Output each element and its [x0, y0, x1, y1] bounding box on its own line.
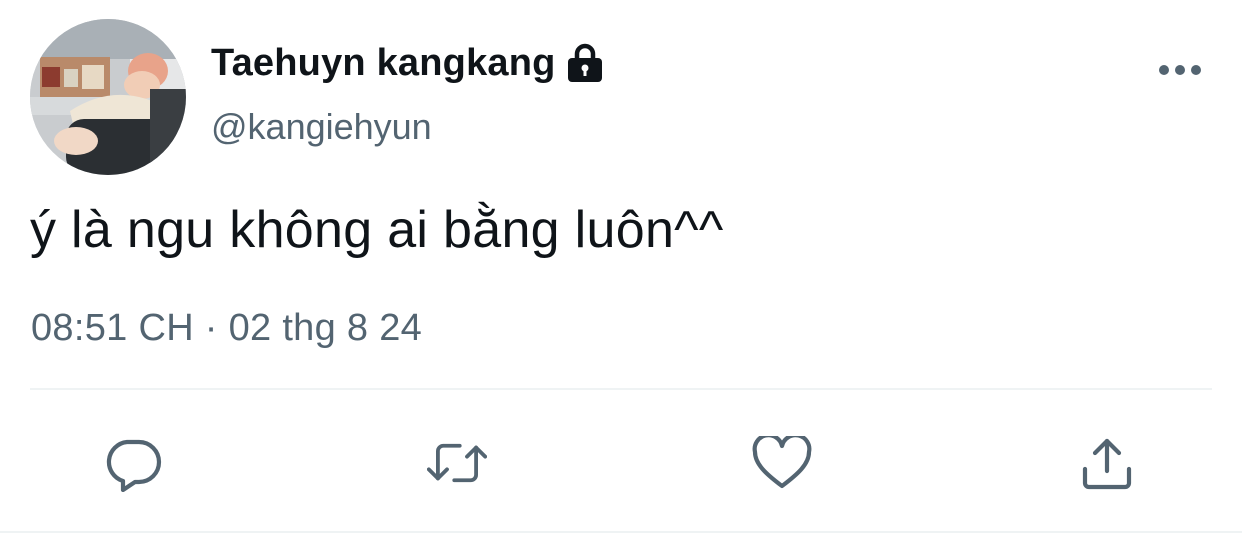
tweet-timestamp[interactable]: 08:51 CH · 02 thg 8 24 — [31, 307, 422, 350]
like-button[interactable] — [752, 433, 812, 493]
avatar-image — [30, 19, 186, 175]
reply-button[interactable] — [104, 433, 164, 493]
tweet-text: ý là ngu không ai bằng luôn^^ — [30, 201, 724, 259]
user-handle[interactable]: @kangiehyun — [211, 106, 432, 148]
lock-icon — [564, 42, 606, 84]
retweet-icon — [427, 443, 487, 483]
more-dots-icon — [1159, 65, 1201, 75]
display-name-row: Taehuyn kangkang — [211, 38, 606, 88]
divider — [30, 388, 1212, 390]
tweet-card: Taehuyn kangkang @kangiehyun ý là ngu kh… — [0, 0, 1242, 535]
share-button[interactable] — [1077, 433, 1137, 493]
reply-icon — [106, 439, 162, 492]
avatar[interactable] — [30, 19, 186, 175]
retweet-button[interactable] — [427, 433, 487, 493]
bottom-divider — [0, 531, 1242, 533]
more-options-button[interactable] — [1152, 50, 1208, 90]
heart-icon — [752, 436, 812, 489]
share-icon — [1082, 438, 1132, 490]
display-name[interactable]: Taehuyn kangkang — [211, 42, 556, 85]
